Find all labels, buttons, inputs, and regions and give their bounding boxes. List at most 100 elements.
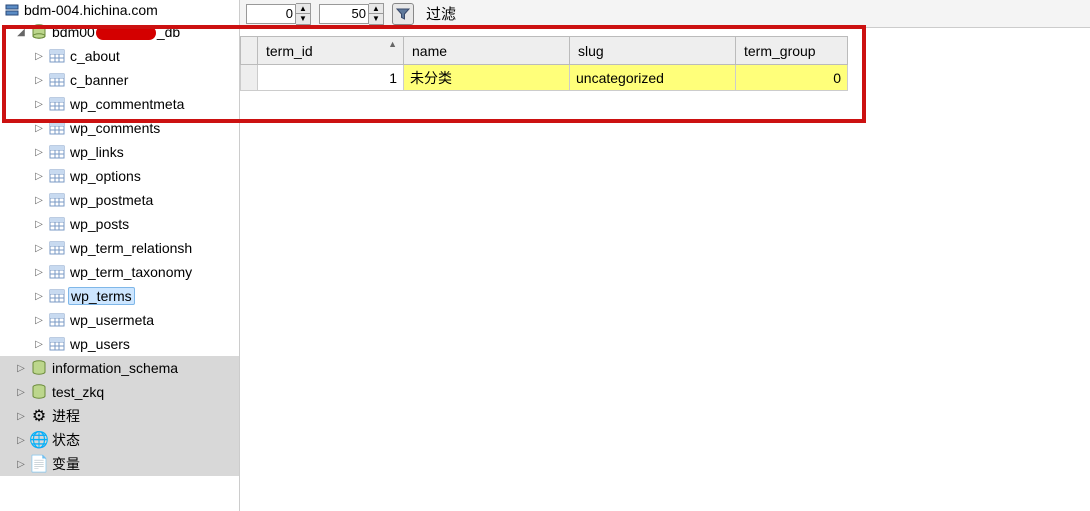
server-icon: [4, 2, 20, 18]
server-row[interactable]: bdm-004.hichina.com: [0, 0, 239, 20]
system-item-row[interactable]: ▷ test_zkq: [0, 380, 239, 404]
database-row[interactable]: ◢ bdm00_db: [0, 20, 239, 44]
table-name-label: wp_usermeta: [68, 312, 154, 328]
table-row[interactable]: ▷ wp_term_taxonomy: [0, 260, 239, 284]
offset-down-button[interactable]: ▼: [296, 14, 310, 24]
toolbar: ▲ ▼ ▲ ▼ 过滤: [240, 0, 1090, 28]
table-icon: [48, 191, 66, 209]
table-row[interactable]: ▷ wp_options: [0, 164, 239, 188]
expand-arrow-icon[interactable]: ▷: [32, 145, 46, 159]
table-row[interactable]: ▷ wp_comments: [0, 116, 239, 140]
expand-arrow-icon[interactable]: ▷: [14, 433, 28, 447]
table-icon: [48, 167, 66, 185]
system-item-row[interactable]: ▷⚙进程: [0, 404, 239, 428]
offset-spinner[interactable]: ▲ ▼: [246, 3, 311, 25]
filter-button[interactable]: [392, 3, 414, 25]
table-name-label: wp_options: [68, 168, 141, 184]
table-row[interactable]: ▷ wp_usermeta: [0, 308, 239, 332]
expand-arrow-icon[interactable]: ▷: [32, 49, 46, 63]
process-icon: ⚙: [30, 407, 48, 425]
row-header-corner: [241, 37, 258, 65]
table-icon: [48, 95, 66, 113]
table-row[interactable]: ▷ c_banner: [0, 68, 239, 92]
variable-icon: 📄: [30, 455, 48, 473]
row-header-cell[interactable]: [241, 65, 258, 91]
offset-input[interactable]: [246, 4, 296, 24]
redacted-name: [96, 26, 156, 40]
data-grid[interactable]: term_id ▲ name slug term_group 1未分类uncat…: [240, 36, 848, 91]
system-item-row[interactable]: ▷📄变量: [0, 452, 239, 476]
expand-arrow-icon[interactable]: ▷: [32, 73, 46, 87]
table-name-label: wp_term_taxonomy: [68, 264, 192, 280]
table-name-label: wp_links: [68, 144, 124, 160]
expand-arrow-icon[interactable]: ▷: [14, 457, 28, 471]
system-item-label: 变量: [50, 454, 80, 474]
table-name-label: c_banner: [68, 72, 128, 88]
expand-arrow-icon[interactable]: ▷: [32, 313, 46, 327]
database-icon: [30, 359, 48, 377]
table-row[interactable]: ▷ wp_posts: [0, 212, 239, 236]
table-name-label: wp_commentmeta: [68, 96, 184, 112]
table-name-label: c_about: [68, 48, 120, 64]
globe-icon: 🌐: [30, 431, 48, 449]
table-row[interactable]: ▷ wp_commentmeta: [0, 92, 239, 116]
table-row[interactable]: ▷ wp_postmeta: [0, 188, 239, 212]
offset-up-button[interactable]: ▲: [296, 4, 310, 14]
column-header-name[interactable]: name: [404, 37, 570, 65]
cell-term-group[interactable]: 0: [736, 65, 848, 91]
limit-spinner[interactable]: ▲ ▼: [319, 3, 384, 25]
expand-arrow-icon[interactable]: ▷: [32, 337, 46, 351]
limit-up-button[interactable]: ▲: [369, 4, 383, 14]
column-header-term-id[interactable]: term_id ▲: [258, 37, 404, 65]
database-icon: [30, 23, 48, 41]
table-name-label: wp_users: [68, 336, 130, 352]
column-header-slug[interactable]: slug: [570, 37, 736, 65]
expand-arrow-icon[interactable]: ▷: [14, 361, 28, 375]
table-icon: [48, 311, 66, 329]
cell-name[interactable]: 未分类: [404, 65, 570, 91]
system-item-row[interactable]: ▷ information_schema: [0, 356, 239, 380]
expand-arrow-icon[interactable]: ▷: [14, 409, 28, 423]
database-name: bdm00_db: [50, 24, 180, 40]
system-item-label: test_zkq: [50, 384, 104, 400]
cell-slug[interactable]: uncategorized: [570, 65, 736, 91]
table-icon: [48, 287, 66, 305]
table-row[interactable]: ▷ wp_links: [0, 140, 239, 164]
expand-arrow-icon[interactable]: ▷: [14, 385, 28, 399]
expand-arrow-icon[interactable]: ◢: [14, 25, 28, 39]
expand-arrow-icon[interactable]: ▷: [32, 241, 46, 255]
table-name-label: wp_postmeta: [68, 192, 153, 208]
table-name-label: wp_term_relationsh: [68, 240, 192, 256]
table-icon: [48, 239, 66, 257]
table-row[interactable]: ▷ c_about: [0, 44, 239, 68]
table-row[interactable]: ▷ wp_term_relationsh: [0, 236, 239, 260]
limit-input[interactable]: [319, 4, 369, 24]
sort-asc-icon: ▲: [388, 39, 397, 49]
expand-arrow-icon[interactable]: ▷: [32, 97, 46, 111]
table-row[interactable]: ▷ wp_terms: [0, 284, 239, 308]
table-name-label: wp_posts: [68, 216, 129, 232]
system-item-row[interactable]: ▷🌐状态: [0, 428, 239, 452]
table-row[interactable]: 1未分类uncategorized0: [241, 65, 848, 91]
table-icon: [48, 143, 66, 161]
expand-arrow-icon[interactable]: ▷: [32, 289, 46, 303]
table-icon: [48, 263, 66, 281]
cell-term-id[interactable]: 1: [258, 65, 404, 91]
expand-arrow-icon[interactable]: ▷: [32, 265, 46, 279]
system-item-label: 进程: [50, 406, 80, 426]
filter-label: 过滤: [426, 3, 456, 24]
expand-arrow-icon[interactable]: ▷: [32, 217, 46, 231]
server-host-label: bdm-004.hichina.com: [24, 2, 158, 18]
table-icon: [48, 335, 66, 353]
expand-arrow-icon[interactable]: ▷: [32, 169, 46, 183]
filter-icon: [396, 7, 410, 21]
expand-arrow-icon[interactable]: ▷: [32, 193, 46, 207]
column-header-term-group[interactable]: term_group: [736, 37, 848, 65]
system-item-label: information_schema: [50, 360, 178, 376]
table-icon: [48, 47, 66, 65]
table-name-label: wp_terms: [68, 287, 135, 305]
expand-arrow-icon[interactable]: ▷: [32, 121, 46, 135]
table-name-label: wp_comments: [68, 120, 160, 136]
table-row[interactable]: ▷ wp_users: [0, 332, 239, 356]
limit-down-button[interactable]: ▼: [369, 14, 383, 24]
